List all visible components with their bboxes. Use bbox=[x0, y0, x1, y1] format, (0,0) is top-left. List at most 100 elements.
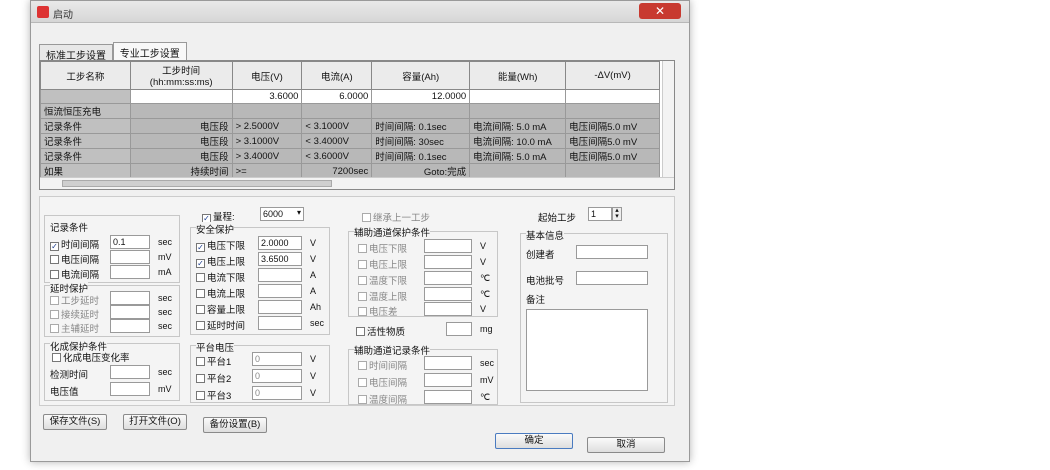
column-header[interactable]: 电流(A) bbox=[301, 61, 373, 90]
checkbox-checked[interactable] bbox=[196, 259, 205, 268]
voltage-upper-checkbox[interactable]: 电压上限 bbox=[196, 254, 245, 268]
voltage-lower-input[interactable]: 2.0000 bbox=[258, 236, 302, 250]
start-step-input[interactable]: 1 bbox=[588, 207, 612, 221]
main-aux-delay-checkbox[interactable]: 主辅延时 bbox=[50, 321, 99, 335]
range-select[interactable]: 6000 ▾ bbox=[260, 207, 304, 221]
aux-voltage-lower-checkbox[interactable]: 电压下限 bbox=[358, 241, 407, 255]
checkbox[interactable] bbox=[196, 289, 205, 298]
aux-time-interval-checkbox[interactable]: 时间间隔 bbox=[358, 358, 407, 372]
checkbox[interactable] bbox=[196, 305, 205, 314]
checkbox[interactable] bbox=[196, 357, 205, 366]
voltage-interval-input[interactable] bbox=[110, 250, 150, 264]
checkbox[interactable] bbox=[196, 391, 205, 400]
platform1-checkbox[interactable]: 平台1 bbox=[196, 354, 231, 368]
table-cell[interactable]: < 3.4000V bbox=[301, 133, 373, 149]
table-cell[interactable]: 时间间隔: 0.1sec bbox=[371, 148, 471, 164]
creator-input[interactable] bbox=[576, 245, 648, 259]
table-cell[interactable]: 3.6000 bbox=[231, 89, 303, 104]
table-row[interactable]: 记录条件 电压段 > 2.5000V < 3.1000V 时间间隔: 0.1se… bbox=[40, 118, 660, 134]
aux-voltage-diff-input[interactable] bbox=[424, 302, 472, 316]
aux-temp-interval-input[interactable] bbox=[424, 390, 472, 404]
tab-professional-steps[interactable]: 专业工步设置 bbox=[112, 42, 187, 60]
grid-horizontal-scrollbar[interactable] bbox=[40, 177, 674, 189]
open-file-button[interactable]: 打开文件(O) bbox=[123, 414, 187, 430]
aux-voltage-diff-checkbox[interactable]: 电压差 bbox=[358, 304, 398, 318]
active-material-checkbox[interactable]: 活性物质 bbox=[356, 324, 405, 338]
formation-voltage-rate-checkbox[interactable]: 化成电压变化率 bbox=[52, 350, 130, 364]
checkbox[interactable] bbox=[358, 307, 367, 316]
battery-batch-input[interactable] bbox=[576, 271, 648, 285]
table-cell[interactable] bbox=[469, 89, 567, 104]
checkbox[interactable] bbox=[50, 270, 59, 279]
table-cell[interactable]: 电流间隔: 5.0 mA bbox=[469, 118, 567, 134]
table-cell[interactable]: > 2.5000V bbox=[231, 118, 303, 134]
voltage-value-input[interactable] bbox=[110, 382, 150, 396]
aux-temp-upper-input[interactable] bbox=[424, 287, 472, 301]
current-upper-input[interactable] bbox=[258, 284, 302, 298]
table-cell[interactable]: 恒流恒压充电 bbox=[40, 103, 131, 119]
active-material-input[interactable] bbox=[446, 322, 472, 336]
platform3-input[interactable]: 0 bbox=[252, 386, 302, 400]
delay-time-checkbox[interactable]: 延时时间 bbox=[196, 318, 245, 332]
column-header[interactable]: 容量(Ah) bbox=[371, 61, 471, 90]
table-cell[interactable] bbox=[469, 103, 567, 119]
aux-voltage-lower-input[interactable] bbox=[424, 239, 472, 253]
current-lower-checkbox[interactable]: 电流下限 bbox=[196, 270, 245, 284]
delay-time-input[interactable] bbox=[258, 316, 302, 330]
table-cell[interactable]: 记录条件 bbox=[40, 133, 131, 149]
checkbox[interactable] bbox=[358, 244, 367, 253]
checkbox[interactable] bbox=[356, 327, 365, 336]
checkbox[interactable] bbox=[358, 260, 367, 269]
table-row[interactable]: 记录条件 电压段 > 3.4000V < 3.6000V 时间间隔: 0.1se… bbox=[40, 148, 660, 164]
voltage-interval-checkbox[interactable]: 电压间隔 bbox=[50, 252, 99, 266]
aux-temp-interval-checkbox[interactable]: 温度间隔 bbox=[358, 392, 407, 406]
table-cell[interactable]: < 3.1000V bbox=[301, 118, 373, 134]
checkbox[interactable] bbox=[196, 321, 205, 330]
table-cell[interactable] bbox=[129, 103, 233, 119]
checkbox[interactable] bbox=[358, 395, 367, 404]
table-cell[interactable] bbox=[371, 103, 471, 119]
table-row[interactable]: 3.6000 6.0000 12.0000 bbox=[40, 89, 660, 104]
chevron-down-icon[interactable]: ▾ bbox=[297, 208, 301, 217]
platform2-checkbox[interactable]: 平台2 bbox=[196, 371, 231, 385]
voltage-upper-input[interactable]: 3.6500 bbox=[258, 252, 302, 266]
scrollbar-thumb[interactable] bbox=[62, 180, 332, 187]
table-cell[interactable]: 时间间隔: 30sec bbox=[371, 133, 471, 149]
detect-time-input[interactable] bbox=[110, 365, 150, 379]
table-cell[interactable] bbox=[129, 89, 233, 104]
cancel-button[interactable]: 取消 bbox=[587, 437, 665, 453]
grid-vertical-scrollbar[interactable] bbox=[662, 61, 674, 179]
table-cell[interactable] bbox=[565, 89, 660, 104]
step-delay-checkbox[interactable]: 工步延时 bbox=[50, 293, 99, 307]
checkbox[interactable] bbox=[196, 273, 205, 282]
checkbox[interactable] bbox=[358, 361, 367, 370]
table-cell[interactable]: > 3.1000V bbox=[231, 133, 303, 149]
capacity-upper-checkbox[interactable]: 容量上限 bbox=[196, 302, 245, 316]
checkbox-checked[interactable] bbox=[50, 242, 59, 251]
current-lower-input[interactable] bbox=[258, 268, 302, 282]
platform1-input[interactable]: 0 bbox=[252, 352, 302, 366]
start-step-spinner[interactable]: ▴ ▾ bbox=[612, 207, 622, 221]
aux-time-interval-input[interactable] bbox=[424, 356, 472, 370]
column-header[interactable]: -ΔV(mV) bbox=[565, 61, 660, 90]
voltage-lower-checkbox[interactable]: 电压下限 bbox=[196, 238, 245, 252]
platform2-input[interactable]: 0 bbox=[252, 369, 302, 383]
table-cell[interactable]: 12.0000 bbox=[371, 89, 471, 104]
checkbox[interactable] bbox=[358, 276, 367, 285]
current-interval-checkbox[interactable]: 电流间隔 bbox=[50, 267, 99, 281]
table-cell[interactable]: 记录条件 bbox=[40, 118, 131, 134]
aux-temp-lower-checkbox[interactable]: 温度下限 bbox=[358, 273, 407, 287]
table-cell[interactable]: 电压间隔5.0 mV bbox=[565, 148, 660, 164]
table-cell[interactable]: 电压段 bbox=[129, 133, 233, 149]
column-header[interactable]: 工步名称 bbox=[40, 61, 131, 90]
table-cell[interactable]: 电流间隔: 5.0 mA bbox=[469, 148, 567, 164]
current-interval-input[interactable] bbox=[110, 265, 150, 279]
ok-button[interactable]: 确定 bbox=[495, 433, 573, 449]
checkbox[interactable] bbox=[50, 255, 59, 264]
table-cell[interactable] bbox=[231, 103, 303, 119]
close-button[interactable]: ✕ bbox=[639, 3, 681, 19]
continue-delay-checkbox[interactable]: 接续延时 bbox=[50, 307, 99, 321]
capacity-upper-input[interactable] bbox=[258, 300, 302, 314]
table-cell[interactable] bbox=[40, 89, 131, 104]
table-cell[interactable]: 记录条件 bbox=[40, 148, 131, 164]
